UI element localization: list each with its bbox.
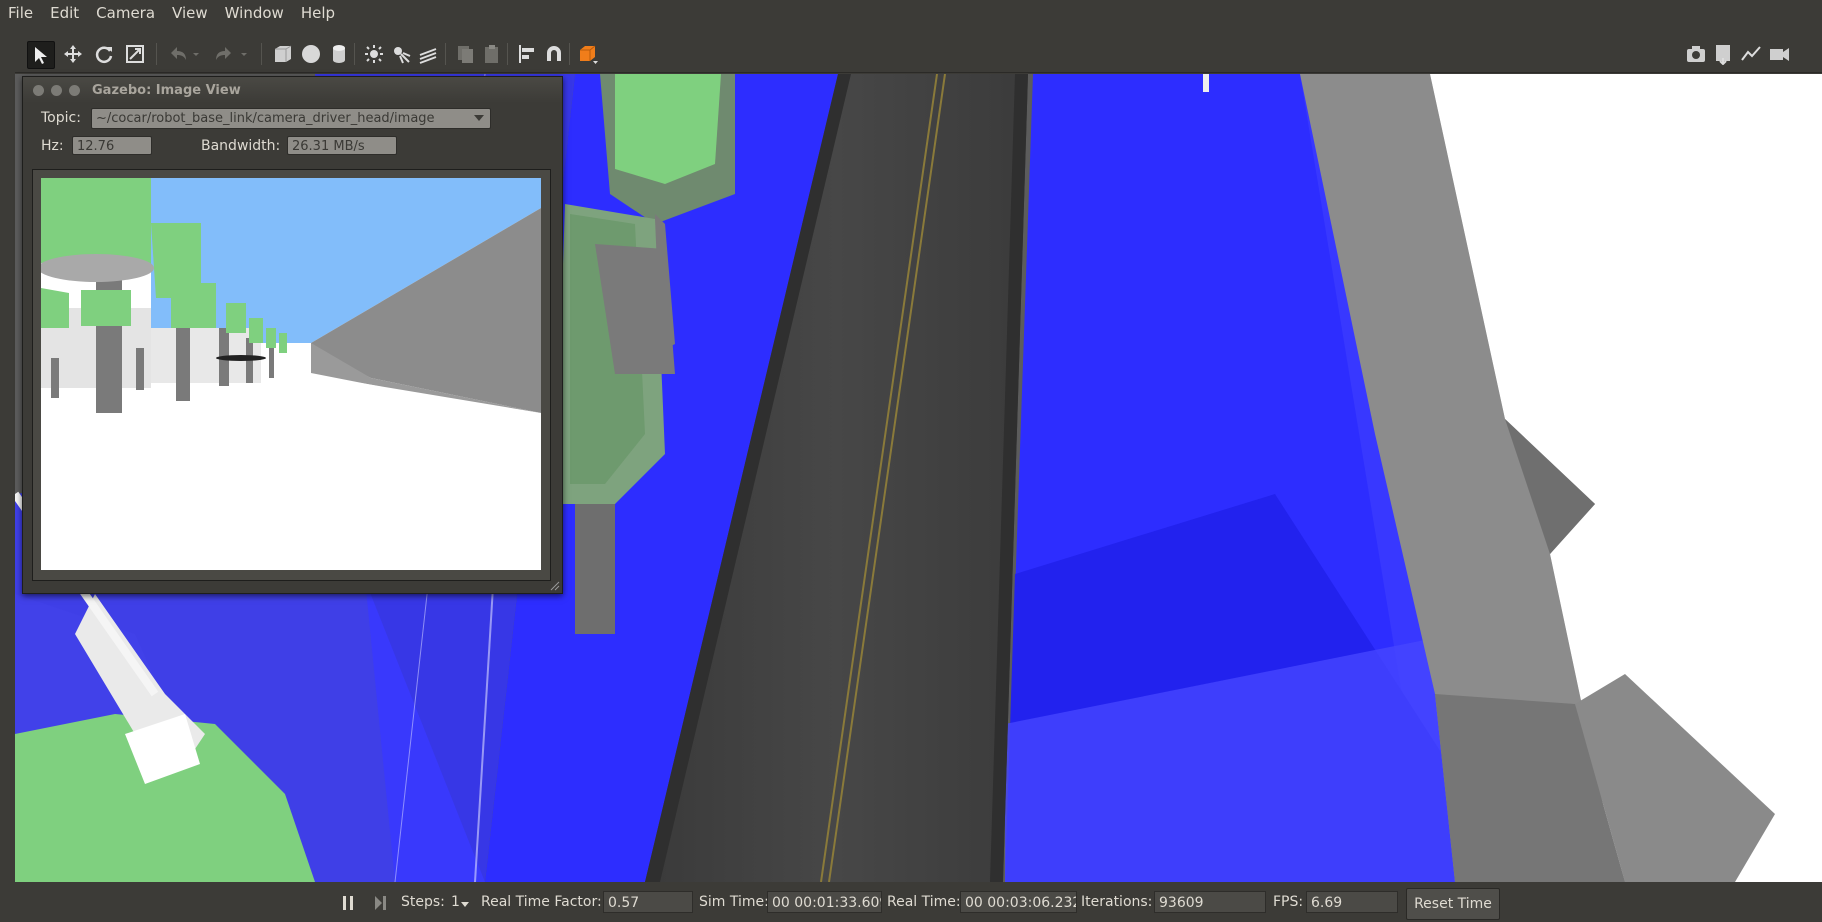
hz-field: 12.76 — [72, 136, 152, 155]
screenshot-icon[interactable] — [1683, 41, 1709, 67]
resize-grip-icon[interactable] — [550, 581, 560, 591]
scale-icon[interactable] — [122, 41, 148, 67]
align-icon[interactable] — [514, 41, 540, 67]
steps-chevron-down-icon[interactable] — [461, 902, 469, 908]
spot-light-icon[interactable] — [388, 41, 414, 67]
rotate-icon[interactable] — [91, 41, 117, 67]
snap-icon[interactable] — [541, 41, 567, 67]
hz-label: Hz: — [41, 138, 64, 154]
paste-icon[interactable] — [479, 41, 505, 67]
menu-file[interactable]: File — [0, 0, 42, 26]
rtf-field: 0.57 — [603, 891, 693, 913]
plot-icon[interactable] — [1738, 41, 1764, 67]
sim-time-field: 00 00:01:33.609 — [767, 891, 882, 913]
chevron-down-icon — [474, 115, 484, 121]
directional-light-icon[interactable] — [415, 41, 441, 67]
menu-edit[interactable]: Edit — [42, 0, 88, 26]
topic-select[interactable]: ~/cocar/robot_base_link/camera_driver_he… — [91, 108, 491, 129]
sphere-shape-icon[interactable] — [298, 41, 324, 67]
translate-icon[interactable] — [60, 41, 86, 67]
point-light-icon[interactable] — [361, 41, 387, 67]
menu-window[interactable]: Window — [217, 0, 293, 26]
select-arrow-icon[interactable] — [27, 41, 55, 69]
minimize-icon[interactable] — [51, 84, 62, 96]
topic-label: Topic: — [41, 110, 81, 126]
menu-camera[interactable]: Camera — [88, 0, 164, 26]
menu-help[interactable]: Help — [293, 0, 344, 26]
topic-value: ~/cocar/robot_base_link/camera_driver_he… — [96, 111, 435, 126]
reset-time-button[interactable]: Reset Time — [1406, 888, 1500, 920]
redo-dropdown-icon[interactable] — [237, 41, 251, 67]
real-time-label: Real Time: — [887, 894, 961, 910]
steps-value[interactable]: 1 — [451, 894, 460, 910]
box-shape-icon[interactable] — [270, 41, 296, 67]
rtf-label: Real Time Factor: — [481, 894, 602, 910]
view-angle-icon[interactable] — [575, 41, 601, 67]
maximize-icon[interactable] — [69, 84, 80, 96]
camera-image — [41, 178, 541, 570]
bandwidth-label: Bandwidth: — [201, 138, 281, 154]
undo-icon[interactable] — [165, 41, 191, 67]
undo-dropdown-icon[interactable] — [189, 41, 203, 67]
status-bar: Steps: 1 Real Time Factor: 0.57 Sim Time… — [0, 882, 1822, 922]
record-icon[interactable] — [1766, 41, 1792, 67]
close-icon[interactable] — [33, 84, 44, 96]
pause-icon[interactable] — [340, 895, 356, 911]
image-view-titlebar[interactable]: Gazebo: Image View — [23, 77, 562, 103]
tree-canopy — [615, 74, 721, 184]
real-time-field: 00 00:03:06.232 — [960, 891, 1077, 913]
image-view-title: Gazebo: Image View — [92, 82, 241, 98]
camera-frame — [32, 169, 551, 581]
image-view-window[interactable]: Gazebo: Image View Topic: ~/cocar/robot_… — [22, 76, 563, 594]
cylinder-shape-icon[interactable] — [326, 41, 352, 67]
bandwidth-field: 26.31 MB/s — [287, 136, 397, 155]
iterations-label: Iterations: — [1081, 894, 1153, 910]
iterations-field: 93609 — [1154, 891, 1266, 913]
toolbar — [15, 34, 1822, 73]
log-icon[interactable] — [1710, 41, 1736, 67]
fps-field: 6.69 — [1306, 891, 1398, 913]
menu-view[interactable]: View — [164, 0, 217, 26]
menu-bar: File Edit Camera View Window Help — [0, 0, 1822, 26]
redo-icon[interactable] — [211, 41, 237, 67]
fps-label: FPS: — [1273, 894, 1304, 910]
step-icon[interactable] — [372, 895, 388, 911]
sim-time-label: Sim Time: — [699, 894, 769, 910]
steps-label: Steps: — [401, 894, 445, 910]
copy-icon[interactable] — [452, 41, 478, 67]
